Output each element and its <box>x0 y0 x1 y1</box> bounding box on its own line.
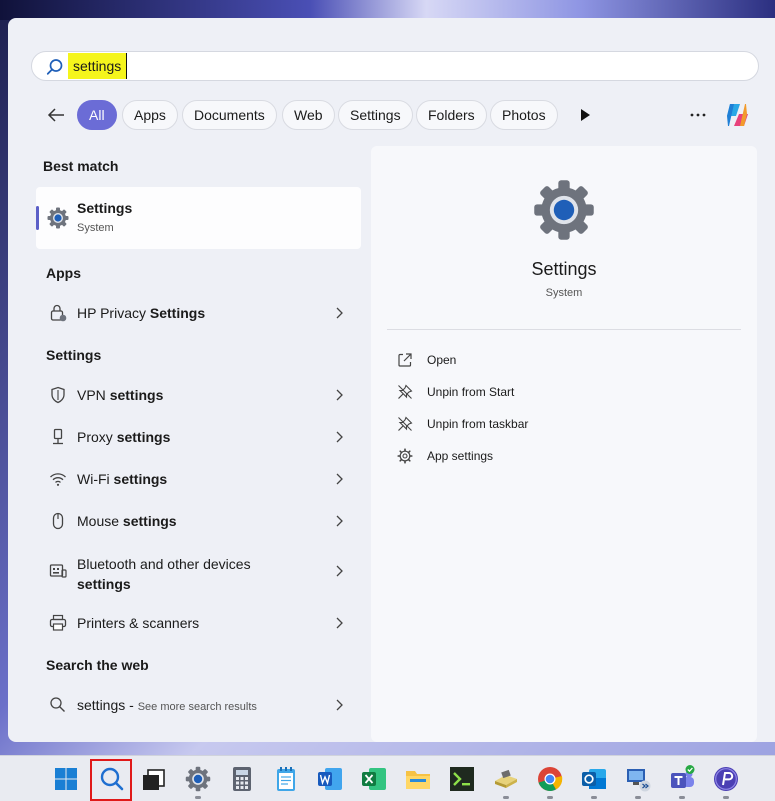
unpin-icon <box>398 384 413 399</box>
windows-start-icon[interactable] <box>52 765 80 793</box>
proxy-icon <box>53 428 63 445</box>
copilot-icon[interactable] <box>721 99 753 131</box>
outlook-icon[interactable] <box>580 765 608 793</box>
best-match-title: Settings <box>77 200 133 216</box>
selection-indicator <box>36 206 39 230</box>
chevron-right-icon <box>336 473 343 485</box>
open-external-icon <box>398 353 412 367</box>
chevron-right-icon <box>336 617 343 629</box>
taskbar <box>0 755 775 801</box>
chevron-right-icon <box>336 389 343 401</box>
result-proxy-settings[interactable]: Proxy settings <box>36 419 361 455</box>
filter-settings[interactable]: Settings <box>338 100 413 130</box>
more-options-icon[interactable] <box>688 105 708 125</box>
result-label: Wi-Fi settings <box>77 471 168 487</box>
action-label: App settings <box>427 449 494 463</box>
filter-folders[interactable]: Folders <box>416 100 487 130</box>
running-indicator <box>635 796 641 799</box>
filter-photos[interactable]: Photos <box>490 100 558 130</box>
chevron-right-icon <box>336 431 343 443</box>
detail-app-kind: System <box>545 287 583 299</box>
calculator-icon[interactable] <box>228 765 256 793</box>
more-filters-arrow-icon[interactable] <box>578 107 592 123</box>
result-label: Proxy settings <box>77 429 171 445</box>
settings-heading: Settings <box>46 347 102 363</box>
wifi-icon <box>50 473 66 486</box>
filter-documents[interactable]: Documents <box>182 100 277 130</box>
notes-app-icon[interactable] <box>492 765 520 793</box>
chevron-right-icon <box>336 307 343 319</box>
result-wifi-settings[interactable]: Wi-Fi settings <box>36 461 361 497</box>
running-indicator <box>547 796 553 799</box>
chevron-right-icon <box>336 565 343 577</box>
running-indicator <box>591 796 597 799</box>
chrome-icon[interactable] <box>536 765 564 793</box>
file-explorer-icon[interactable] <box>404 765 432 793</box>
printer-icon <box>49 614 67 631</box>
apps-heading: Apps <box>46 265 81 281</box>
running-indicator <box>679 796 685 799</box>
p-app-icon[interactable] <box>712 765 740 793</box>
best-match-heading: Best match <box>43 158 119 174</box>
divider <box>387 329 741 330</box>
search-icon[interactable] <box>97 765 125 793</box>
filter-web[interactable]: Web <box>282 100 335 130</box>
back-arrow-icon[interactable] <box>45 104 67 126</box>
best-match-settings-item[interactable]: Settings System <box>36 187 361 249</box>
result-label: VPN settings <box>77 387 164 403</box>
word-icon[interactable] <box>316 765 344 793</box>
terminal-icon[interactable] <box>448 765 476 793</box>
settings-gear-icon <box>47 207 69 229</box>
gear-icon <box>397 448 413 464</box>
action-label: Open <box>427 353 457 367</box>
excel-icon[interactable] <box>360 765 388 793</box>
result-printers-scanners[interactable]: Printers & scanners <box>36 605 361 641</box>
result-mouse-settings[interactable]: Mouse settings <box>36 503 361 539</box>
teams-icon[interactable] <box>668 765 696 793</box>
mouse-icon <box>52 512 64 530</box>
detail-app-name: Settings <box>531 259 597 279</box>
detail-pane: Settings System Open Unpin from Start Un… <box>371 146 757 742</box>
result-web-search[interactable]: settings - See more search results <box>36 687 361 723</box>
running-indicator <box>503 796 509 799</box>
remote-desktop-icon[interactable] <box>624 765 652 793</box>
action-label: Unpin from taskbar <box>427 417 529 431</box>
unpin-icon <box>398 416 413 431</box>
search-web-heading: Search the web <box>46 657 149 673</box>
privacy-lock-icon <box>50 304 67 322</box>
result-label: Mouse settings <box>77 513 177 529</box>
running-indicator <box>195 796 201 799</box>
search-icon <box>46 59 63 75</box>
task-view-icon[interactable] <box>140 765 168 793</box>
devices-keyboard-icon <box>49 564 67 578</box>
notepad-icon[interactable] <box>272 765 300 793</box>
result-label: settings - See more search results <box>77 697 257 713</box>
result-bluetooth-settings[interactable]: Bluetooth and other devices settings <box>36 546 361 596</box>
result-label: HP Privacy Settings <box>77 305 206 321</box>
result-label: Printers & scanners <box>77 615 200 631</box>
shield-icon <box>51 386 65 404</box>
running-indicator <box>723 796 729 799</box>
result-hp-privacy-settings[interactable]: HP Privacy Settings <box>36 295 361 331</box>
search-icon <box>50 697 65 712</box>
best-match-subtitle: System <box>77 222 114 234</box>
chevron-right-icon <box>336 515 343 527</box>
chevron-right-icon <box>336 699 343 711</box>
result-label: Bluetooth and other devices settings <box>77 556 251 592</box>
desktop-wallpaper <box>0 0 775 20</box>
search-input[interactable] <box>31 51 759 81</box>
filter-all[interactable]: All <box>77 100 117 130</box>
action-label: Unpin from Start <box>427 385 515 399</box>
filter-apps[interactable]: Apps <box>122 100 178 130</box>
settings-gear-icon <box>534 180 594 240</box>
search-query-text[interactable]: settings <box>68 53 128 79</box>
settings-icon[interactable] <box>184 765 212 793</box>
result-vpn-settings[interactable]: VPN settings <box>36 377 361 413</box>
